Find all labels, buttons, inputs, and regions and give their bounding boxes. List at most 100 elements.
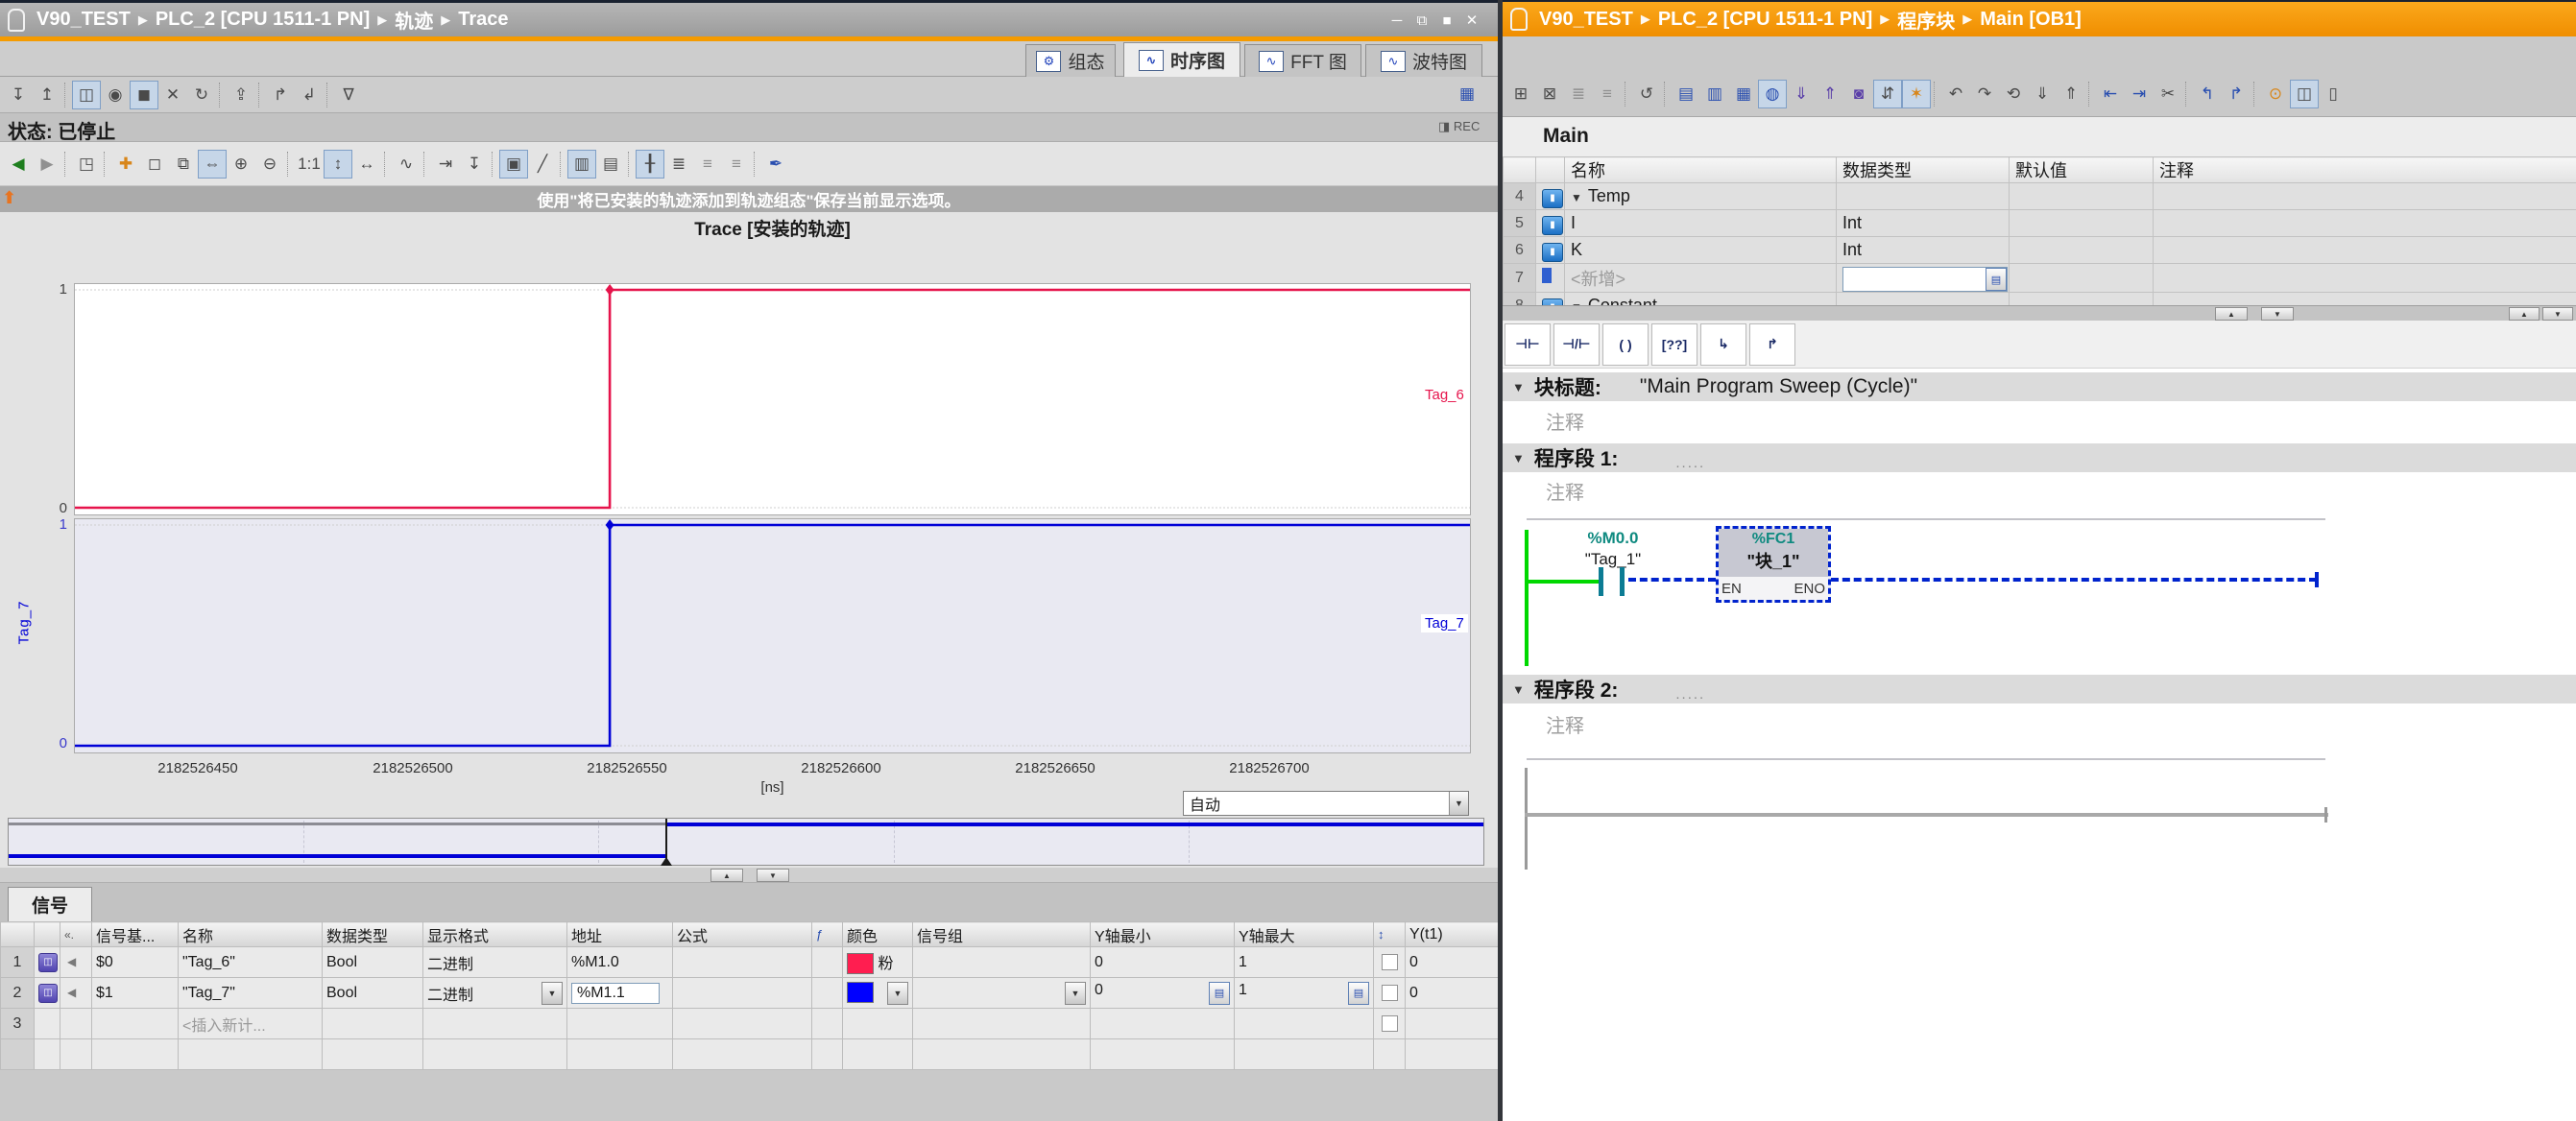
color-swatch[interactable]: [847, 982, 874, 1003]
cross-reference-icon[interactable]: ⇥: [2125, 80, 2154, 108]
zoom-time-range-icon[interactable]: ⇔: [198, 150, 227, 179]
pin-diagram-icon[interactable]: ◳: [72, 150, 101, 179]
nav-back-icon[interactable]: ◀: [4, 150, 33, 179]
breadcrumb-item[interactable]: Main [OB1]: [1980, 9, 2082, 31]
stop-measurement-icon[interactable]: ◼: [130, 81, 158, 109]
network-1-comment[interactable]: 注释: [1546, 477, 1584, 505]
open-all-networks-icon[interactable]: ⇓: [1787, 80, 1816, 108]
interpolation-icon[interactable]: ∿: [392, 150, 421, 179]
sep[interactable]: [326, 83, 331, 107]
line-style-icon[interactable]: ╱: [528, 150, 557, 179]
sep[interactable]: [258, 83, 263, 107]
find-icon[interactable]: ⊙: [2261, 80, 2290, 108]
favorite-close-branch-button[interactable]: ↱: [1749, 323, 1795, 366]
list-icon[interactable]: ▤: [1209, 982, 1230, 1005]
sep[interactable]: [219, 83, 224, 107]
tab-bode-diagram[interactable]: ∿ 波特图: [1365, 44, 1482, 77]
interface-row-i[interactable]: 5 ▮ I Int: [1504, 210, 2576, 237]
breadcrumb-item[interactable]: Trace: [458, 9, 508, 31]
block-title-row[interactable]: ▼ 块标题: "Main Program Sweep (Cycle)": [1503, 372, 2576, 401]
delete-network-icon[interactable]: ⊠: [1535, 80, 1564, 108]
close-all-networks-icon[interactable]: ⇑: [1816, 80, 1844, 108]
checkbox[interactable]: [1382, 985, 1398, 1001]
tag6-plot[interactable]: [74, 283, 1471, 515]
scroll-up-button[interactable]: ▲: [2215, 307, 2248, 321]
sep[interactable]: [384, 152, 389, 177]
scroll-up-button[interactable]: ▲: [2509, 307, 2540, 321]
tab-fft-diagram[interactable]: ∿ FFT 图: [1244, 44, 1361, 77]
collapse-icon[interactable]: ▼: [1571, 191, 1582, 204]
add-to-trace-config-icon[interactable]: ⇪: [227, 81, 255, 109]
tab-time-diagram[interactable]: ∿ 时序图: [1123, 42, 1240, 77]
eno-pin[interactable]: ENO: [1794, 581, 1825, 597]
delete-measurement-icon[interactable]: ✕: [158, 81, 187, 109]
restore-hint-icon[interactable]: ⬆: [2, 188, 16, 208]
sep[interactable]: [2253, 82, 2258, 107]
fc-call-block[interactable]: %FC1 "块_1" EN ENO: [1716, 526, 1831, 603]
minimize-button[interactable]: ─: [1384, 10, 1409, 31]
go-to-definition-icon[interactable]: ⇤: [2096, 80, 2125, 108]
sep[interactable]: [628, 152, 633, 177]
undo-icon[interactable]: ↶: [1941, 80, 1970, 108]
chevron-down-icon[interactable]: ▼: [1065, 982, 1086, 1005]
sep[interactable]: [754, 152, 758, 177]
zoom-100-icon[interactable]: 1:1: [295, 150, 324, 179]
interface-row-constant[interactable]: 8 ▮ ▼Constant: [1504, 293, 2576, 306]
breadcrumb-item[interactable]: PLC_2 [CPU 1511-1 PN]: [156, 9, 370, 31]
breadcrumb-item[interactable]: 程序块: [1897, 6, 1955, 34]
signal-row-2[interactable]: 2 ◫ ◀ $1 "Tag_7" Bool 二进制 ▼ %M1.1 ▼ ▼ 0: [1, 978, 1499, 1009]
record-measurement-icon[interactable]: ◉: [101, 81, 130, 109]
close-button[interactable]: ✕: [1459, 10, 1484, 31]
pan-icon[interactable]: ✚: [111, 150, 140, 179]
breadcrumb-item[interactable]: PLC_2 [CPU 1511-1 PN]: [1658, 9, 1872, 31]
checkbox[interactable]: [1382, 954, 1398, 970]
import-measurement-icon[interactable]: ↲: [295, 81, 324, 109]
sep[interactable]: [64, 152, 69, 177]
sep[interactable]: [2088, 82, 2093, 107]
sep[interactable]: [2185, 82, 2190, 107]
sep[interactable]: [423, 152, 428, 177]
list-icon[interactable]: ▤: [1348, 982, 1369, 1005]
show-markers-icon[interactable]: ▣: [499, 150, 528, 179]
time-reference-icon[interactable]: ⇥: [431, 150, 460, 179]
zoom-in-icon[interactable]: ⊕: [227, 150, 255, 179]
monitor-on-off-icon[interactable]: ◫: [72, 81, 101, 109]
zoom-region-icon[interactable]: ⧉: [169, 150, 198, 179]
restore-button[interactable]: ⧉: [1409, 10, 1434, 31]
fit-y-axis-icon[interactable]: ↕: [324, 150, 352, 179]
jump-back-icon[interactable]: ↰: [2193, 80, 2222, 108]
tag7-plot[interactable]: [74, 518, 1471, 753]
trace-settings-icon[interactable]: ▦: [1453, 80, 1481, 108]
chevron-down-icon[interactable]: ▼: [1449, 792, 1468, 815]
network-titles-toggle-icon[interactable]: ▤: [1672, 80, 1700, 108]
maximize-button[interactable]: ■: [1434, 10, 1459, 31]
favorite-empty-box-button[interactable]: [??]: [1651, 323, 1697, 366]
favorites-star-icon[interactable]: ✶: [1902, 80, 1931, 108]
insert-row-icon[interactable]: ≣: [1564, 80, 1593, 108]
append-row-icon[interactable]: ≡: [1593, 80, 1622, 108]
interface-row-k[interactable]: 6 ▮ K Int: [1504, 237, 2576, 264]
chevron-down-icon[interactable]: ▼: [542, 982, 563, 1005]
trace-overview-strip[interactable]: [8, 818, 1484, 866]
cut-branch-icon[interactable]: ✂: [2154, 80, 2182, 108]
compile-icon[interactable]: ⟲: [1999, 80, 2028, 108]
absolute-symbolic-icon[interactable]: ⇵: [1873, 80, 1902, 108]
nav-forward-icon[interactable]: ▶: [33, 150, 61, 179]
scroll-up-button[interactable]: ▲: [710, 869, 743, 882]
network-1-header[interactable]: ▼ 程序段 1: .....: [1503, 443, 2576, 472]
collapse-icon[interactable]: ▼: [1512, 451, 1525, 465]
split-vertical-icon[interactable]: ▥: [567, 150, 596, 179]
download-to-device-icon[interactable]: ⇓: [2028, 80, 2057, 108]
signal-row-add[interactable]: 3 <插入新计...: [1, 1009, 1499, 1039]
breadcrumb-item[interactable]: 轨迹: [395, 6, 433, 34]
block-title-value[interactable]: "Main Program Sweep (Cycle)": [1640, 375, 1917, 398]
collapse-icon[interactable]: ▼: [1512, 380, 1525, 394]
filter-icon[interactable]: ∇: [334, 81, 363, 109]
repeat-measurement-icon[interactable]: ↻: [187, 81, 216, 109]
monitoring-toggle-icon[interactable]: ◫: [2290, 80, 2319, 108]
tab-signals[interactable]: 信号: [8, 887, 92, 921]
favorites-toggle-icon[interactable]: ▦: [1729, 80, 1758, 108]
favorite-nc-contact-button[interactable]: ⊣/⊢: [1553, 323, 1600, 366]
lock-icon[interactable]: ▯: [2319, 80, 2347, 108]
cursor-handle-icon[interactable]: [661, 857, 672, 866]
